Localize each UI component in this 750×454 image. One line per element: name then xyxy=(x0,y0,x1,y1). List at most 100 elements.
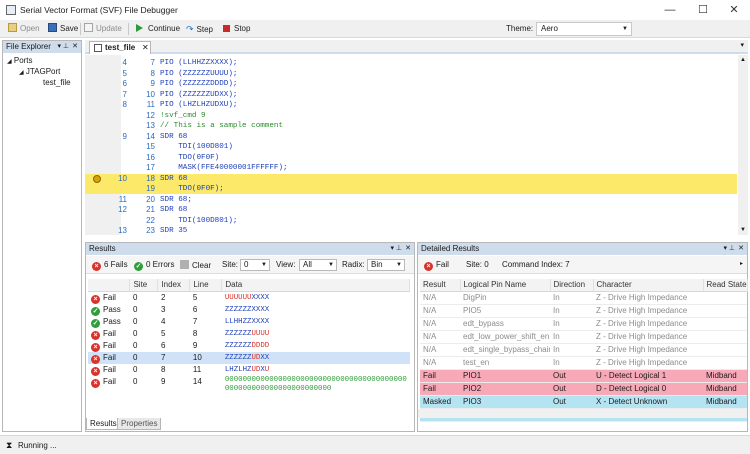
table-row[interactable]: N/A test_en In Z - Drive High Impedance xyxy=(420,356,747,370)
code-line[interactable]: 10 18 SDR 68 xyxy=(85,173,737,184)
code-line[interactable]: 7 10 PIO (ZZZZZZUDXX); xyxy=(85,90,737,100)
tree-item-test-file[interactable]: test_file xyxy=(43,78,71,87)
status-cell: ✓ Pass xyxy=(91,317,121,328)
code-line[interactable]: 6 9 PIO (ZZZZZZDDDD); xyxy=(85,79,737,89)
code-line[interactable]: 16 TDO(0F0F) xyxy=(85,153,737,163)
step-button[interactable]: ↷ Step xyxy=(186,23,213,35)
close-button[interactable]: ✕ xyxy=(718,0,750,20)
overflow-icon[interactable]: ▸ xyxy=(740,260,743,267)
detailed-results-pane: Detailed Results ▾ ⊥ ✕ × Fail Site: 0 Com… xyxy=(417,242,748,432)
table-row[interactable]: N/A PIO5 In Z - Drive High Impedance xyxy=(420,304,747,318)
detail-column-header[interactable]: Direction xyxy=(550,279,594,292)
detailed-horizontal-scrollbar[interactable] xyxy=(418,409,747,418)
read-cell: Midband xyxy=(703,382,747,396)
maximize-button[interactable]: ☐ xyxy=(687,0,719,20)
results-column-header[interactable]: Index xyxy=(157,279,191,292)
tab-test-file[interactable]: test_file ✕ xyxy=(89,41,151,54)
code-text: // This is a sample comment xyxy=(160,122,284,130)
close-icon[interactable]: ✕ xyxy=(72,41,78,53)
table-row[interactable]: N/A DigPin In Z - Drive High Impedance xyxy=(420,291,747,305)
line-cell: 5 xyxy=(192,293,198,302)
line-cell: 11 xyxy=(192,365,202,374)
scroll-down-icon[interactable]: ▼ xyxy=(740,227,746,233)
errors-filter-button[interactable]: ✓ 0 Errors xyxy=(134,260,174,271)
read-cell: Midband xyxy=(703,395,747,409)
table-row[interactable]: × Fail 0 5 8 ZZZZZZUUUU xyxy=(88,328,410,340)
code-line[interactable]: 8 11 PIO (LHZLHZUDXU); xyxy=(85,100,737,110)
results-column-header[interactable]: Line xyxy=(189,279,223,292)
tree-item-jtagport[interactable]: ◢ JTAGPort xyxy=(19,67,60,76)
tab-close-icon[interactable]: ✕ xyxy=(142,42,149,54)
site-cell: 0 xyxy=(132,377,138,386)
close-icon[interactable]: ✕ xyxy=(405,243,411,255)
table-row[interactable]: ✓ Pass 0 4 7 LLHHZZXXXX xyxy=(88,316,410,328)
tab-list-icon[interactable]: ▾ xyxy=(740,41,744,49)
code-line[interactable]: 13 23 SDR 35 xyxy=(85,226,737,236)
code-line[interactable]: 22 TDI(100D801); xyxy=(85,216,737,226)
line-number: 16 xyxy=(146,152,155,162)
code-line[interactable]: 19 TDO(0F0F); xyxy=(85,184,737,194)
table-row[interactable]: × Fail 0 2 5 UUUUUUXXXX xyxy=(88,292,410,304)
clear-button[interactable]: Clear xyxy=(180,260,211,271)
tab-results[interactable]: Results xyxy=(86,418,121,430)
save-button[interactable]: Save xyxy=(48,23,78,35)
pin-icon[interactable]: ▾ ⊥ xyxy=(723,243,735,255)
tree-item-ports[interactable]: ◢ Ports xyxy=(7,56,33,65)
table-row[interactable]: × Fail 0 9 14 0000000000000000000000000000000… xyxy=(88,376,410,396)
code-line[interactable]: 17 MASK(FFE40000001FFFFFF); xyxy=(85,163,737,173)
table-row[interactable]: Fail PIO2 Out D - Detect Logical 0 Midband xyxy=(420,382,747,396)
chevron-down-icon: ▼ xyxy=(261,262,267,268)
code-line[interactable]: 5 8 PIO (ZZZZZZUUUU); xyxy=(85,69,737,79)
results-column-header[interactable]: Data xyxy=(221,279,410,292)
code-line[interactable]: 13 // This is a sample comment xyxy=(85,121,737,131)
table-row[interactable]: N/A edt_bypass In Z - Drive High Impedance xyxy=(420,317,747,331)
table-row[interactable]: N/A edt_low_power_shift_en In Z - Drive Hig… xyxy=(420,330,747,344)
code-text: SDR 35 xyxy=(160,227,188,235)
current-line-icon xyxy=(93,174,101,183)
results-column-header[interactable] xyxy=(88,279,131,292)
theme-select[interactable]: Aero ▼ xyxy=(536,22,632,36)
pin-cell: PIO2 xyxy=(460,382,550,396)
tab-properties[interactable]: Properties xyxy=(117,418,162,430)
line-number: 20 xyxy=(146,194,155,204)
char-cell: Z - Drive High Impedance xyxy=(593,356,703,370)
stop-button[interactable]: Stop xyxy=(223,23,250,35)
table-row[interactable]: × Fail 0 7 10 ZZZZZZUDXX xyxy=(88,352,410,364)
continue-button[interactable]: Continue xyxy=(136,23,180,35)
collapse-icon[interactable]: ◢ xyxy=(7,59,12,65)
code-line[interactable]: 12 !svf_cmd 9 xyxy=(85,111,737,121)
pin-icon[interactable]: ▾ ⊥ xyxy=(57,41,69,53)
detail-column-header[interactable]: Result xyxy=(420,279,461,292)
line-cell: 6 xyxy=(192,305,198,314)
radix-select[interactable]: Bin ▼ xyxy=(367,259,405,271)
close-icon[interactable]: ✕ xyxy=(738,243,744,255)
code-line[interactable]: 15 TDI(100D801) xyxy=(85,142,737,152)
editor-vertical-scrollbar[interactable]: ▲ ▼ xyxy=(738,55,748,235)
code-line[interactable]: 9 14 SDR 68 xyxy=(85,132,737,142)
code-line[interactable]: 12 21 SDR 68 xyxy=(85,205,737,215)
update-button[interactable]: Update xyxy=(84,23,122,35)
detail-column-header[interactable]: Character xyxy=(593,279,704,292)
scroll-up-icon[interactable]: ▲ xyxy=(740,57,746,63)
table-row[interactable]: × Fail 0 6 9 ZZZZZZDDDD xyxy=(88,340,410,352)
detail-column-header[interactable]: Logical Pin Name xyxy=(460,279,551,292)
code-line[interactable]: 11 20 SDR 68; xyxy=(85,195,737,205)
command-number: 5 xyxy=(122,68,127,78)
pin-icon[interactable]: ▾ ⊥ xyxy=(390,243,402,255)
open-button[interactable]: Open xyxy=(8,23,40,35)
code-line[interactable]: 4 7 PIO (LLHHZZXXXX); xyxy=(85,58,737,68)
table-row[interactable]: × Fail 0 8 11 LHZLHZUDXU xyxy=(88,364,410,376)
table-row[interactable]: N/A edt_single_bypass_chain In Z - Drive Hi… xyxy=(420,343,747,357)
site-select[interactable]: 0 ▼ xyxy=(240,259,270,271)
minimize-button[interactable]: — xyxy=(654,0,686,20)
code-editor[interactable]: 4 7 PIO (LLHHZZXXXX); 5 8 PIO (ZZZZZZUUUU); 6 9… xyxy=(85,55,748,235)
table-row[interactable]: Masked PIO3 Out X - Detect Unknown Midband xyxy=(420,395,747,409)
results-toolbar: × 6 Fails ✓ 0 Errors Clear Site: 0 ▼ View: … xyxy=(86,256,414,274)
table-row[interactable]: Fail PIO1 Out U - Detect Logical 1 Midband xyxy=(420,369,747,383)
detail-column-header[interactable]: Read State xyxy=(703,279,748,292)
results-column-header[interactable]: Site xyxy=(129,279,159,292)
fails-filter-button[interactable]: × 6 Fails xyxy=(92,260,128,271)
view-select[interactable]: All ▼ xyxy=(299,259,337,271)
table-row[interactable]: ✓ Pass 0 3 6 ZZZZZZXXXX xyxy=(88,304,410,316)
collapse-icon[interactable]: ◢ xyxy=(19,70,24,76)
